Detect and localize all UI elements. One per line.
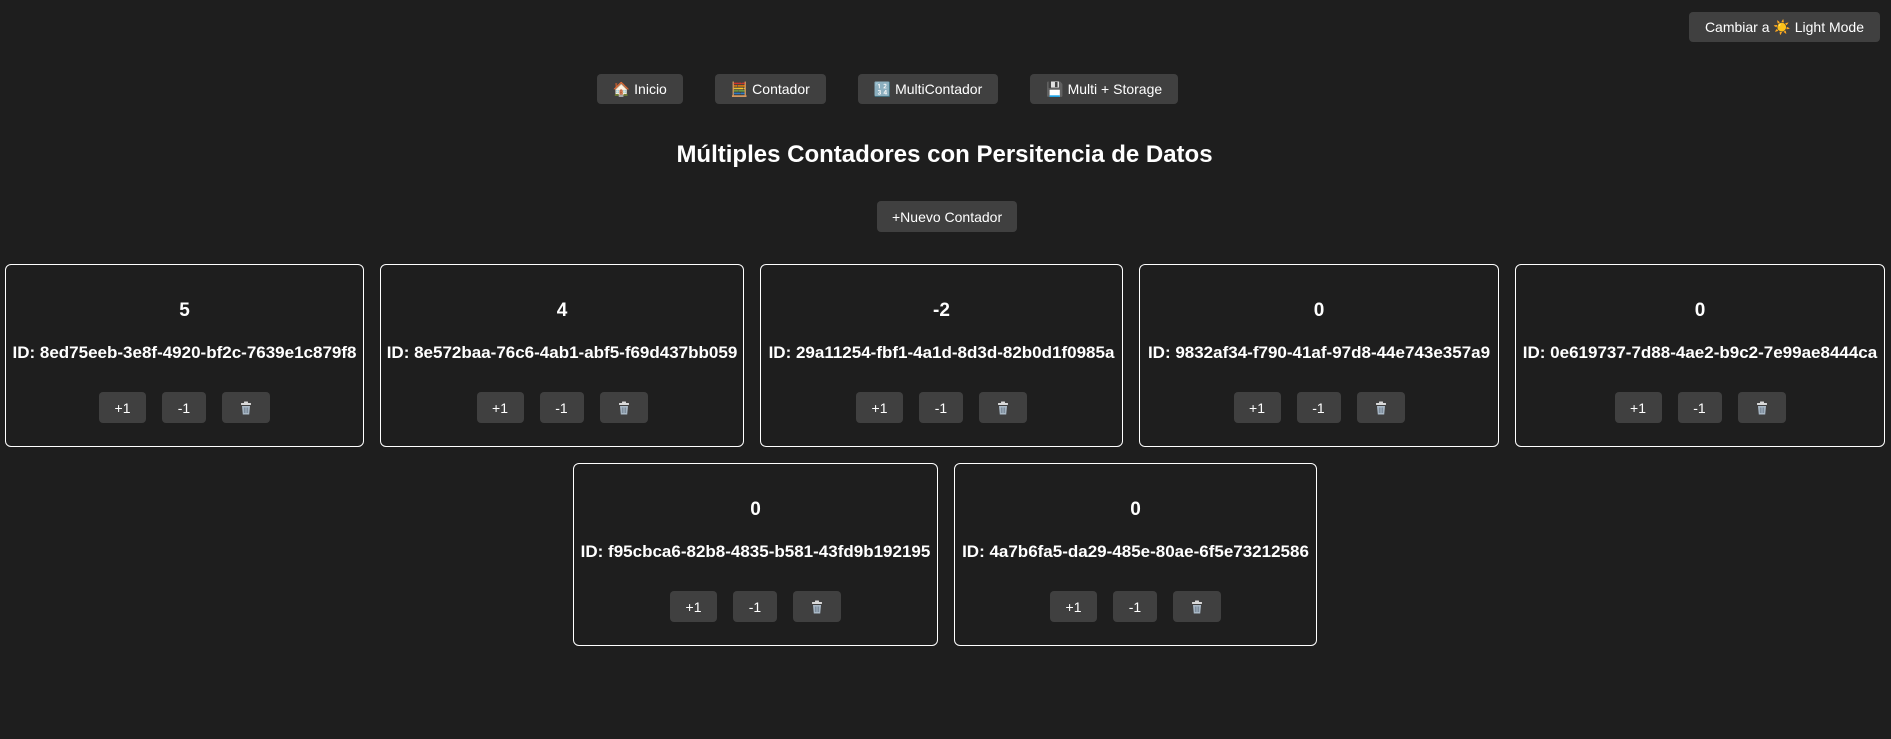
trash-icon [998, 401, 1008, 414]
app-page: Cambiar a ☀️ Light Mode 🏠 Inicio 🧮 Conta… [0, 0, 1891, 739]
increment-button[interactable]: +1 [856, 392, 903, 423]
trash-icon [618, 401, 629, 414]
counter-actions: +1 -1 [1516, 392, 1884, 423]
counter-value: 0 [750, 499, 761, 520]
delete-button[interactable] [1173, 591, 1221, 622]
nav-inicio-button[interactable]: 🏠 Inicio [596, 74, 683, 104]
trash-icon [812, 600, 822, 613]
counter-actions: +1 -1 [6, 392, 363, 423]
counter-card: 4 ID: 8e572baa-76c6-4ab1-abf5-f69d437bb0… [380, 264, 744, 447]
main-nav: 🏠 Inicio 🧮 Contador 🔢 MultiContador 💾 Mu… [0, 74, 1891, 104]
increment-button[interactable]: +1 [1050, 591, 1097, 622]
decrement-button[interactable]: -1 [919, 392, 963, 423]
decrement-button[interactable]: -1 [162, 392, 206, 423]
trash-icon [1192, 600, 1202, 613]
trash-icon [1375, 401, 1386, 414]
increment-button[interactable]: +1 [99, 392, 146, 423]
decrement-button[interactable]: -1 [539, 392, 584, 423]
delete-button[interactable] [1737, 392, 1786, 423]
counter-actions: +1 -1 [574, 591, 937, 622]
counter-card: 0 ID: 9832af34-f790-41af-97d8-44e743e357… [1139, 264, 1499, 447]
counter-value: 5 [179, 300, 190, 321]
counter-id: ID: 8ed75eeb-3e8f-4920-bf2c-7639e1c879f8 [12, 343, 357, 362]
nav-multi-storage-button[interactable]: 💾 Multi + Storage [1030, 74, 1179, 104]
counter-id: ID: f95cbca6-82b8-4835-b581-43fd9b192195 [580, 542, 931, 561]
decrement-button[interactable]: -1 [1296, 392, 1341, 423]
increment-button[interactable]: +1 [1233, 392, 1281, 423]
counter-card: 0 ID: 0e619737-7d88-4ae2-b9c2-7e99ae8444… [1515, 264, 1885, 447]
counter-actions: +1 -1 [1140, 392, 1498, 423]
counter-card: 0 ID: f95cbca6-82b8-4835-b581-43fd9b1921… [573, 463, 938, 646]
delete-button[interactable] [1356, 392, 1405, 423]
theme-toggle-button[interactable]: Cambiar a ☀️ Light Mode [1688, 12, 1880, 42]
counter-value: 4 [556, 300, 568, 321]
counter-id: ID: 8e572baa-76c6-4ab1-abf5-f69d437bb059 [386, 343, 738, 362]
counter-id: ID: 29a11254-fbf1-4a1d-8d3d-82b0d1f0985a [768, 343, 1115, 362]
trash-icon [241, 401, 251, 414]
counter-card: -2 ID: 29a11254-fbf1-4a1d-8d3d-82b0d1f09… [760, 264, 1123, 447]
counter-value: 0 [1694, 300, 1706, 321]
counter-actions: +1 -1 [381, 392, 743, 423]
decrement-button[interactable]: -1 [733, 591, 777, 622]
nav-contador-button[interactable]: 🧮 Contador [714, 74, 826, 104]
decrement-button[interactable]: -1 [1677, 392, 1722, 423]
counter-actions: +1 -1 [761, 392, 1122, 423]
increment-button[interactable]: +1 [1614, 392, 1662, 423]
counter-card: 0 ID: 4a7b6fa5-da29-485e-80ae-6f5e732125… [954, 463, 1317, 646]
nav-multicontador-button[interactable]: 🔢 MultiContador [857, 74, 999, 104]
increment-button[interactable]: +1 [476, 392, 524, 423]
delete-button[interactable] [979, 392, 1027, 423]
increment-button[interactable]: +1 [670, 591, 717, 622]
delete-button[interactable] [793, 591, 841, 622]
counter-id: ID: 0e619737-7d88-4ae2-b9c2-7e99ae8444ca [1522, 343, 1878, 362]
counter-id: ID: 9832af34-f790-41af-97d8-44e743e357a9 [1147, 343, 1491, 362]
new-counter-button[interactable]: +Nuevo Contador [877, 201, 1018, 232]
page-title: Múltiples Contadores con Persitencia de … [676, 141, 1213, 168]
counter-id: ID: 4a7b6fa5-da29-485e-80ae-6f5e73212586 [962, 542, 1309, 561]
delete-button[interactable] [222, 392, 270, 423]
decrement-button[interactable]: -1 [1113, 591, 1157, 622]
delete-button[interactable] [599, 392, 648, 423]
counter-value: -2 [933, 300, 950, 321]
counter-value: 0 [1313, 300, 1325, 321]
counter-card: 5 ID: 8ed75eeb-3e8f-4920-bf2c-7639e1c879… [5, 264, 364, 447]
trash-icon [1756, 401, 1767, 414]
counter-actions: +1 -1 [955, 591, 1316, 622]
counter-value: 0 [1130, 499, 1141, 520]
